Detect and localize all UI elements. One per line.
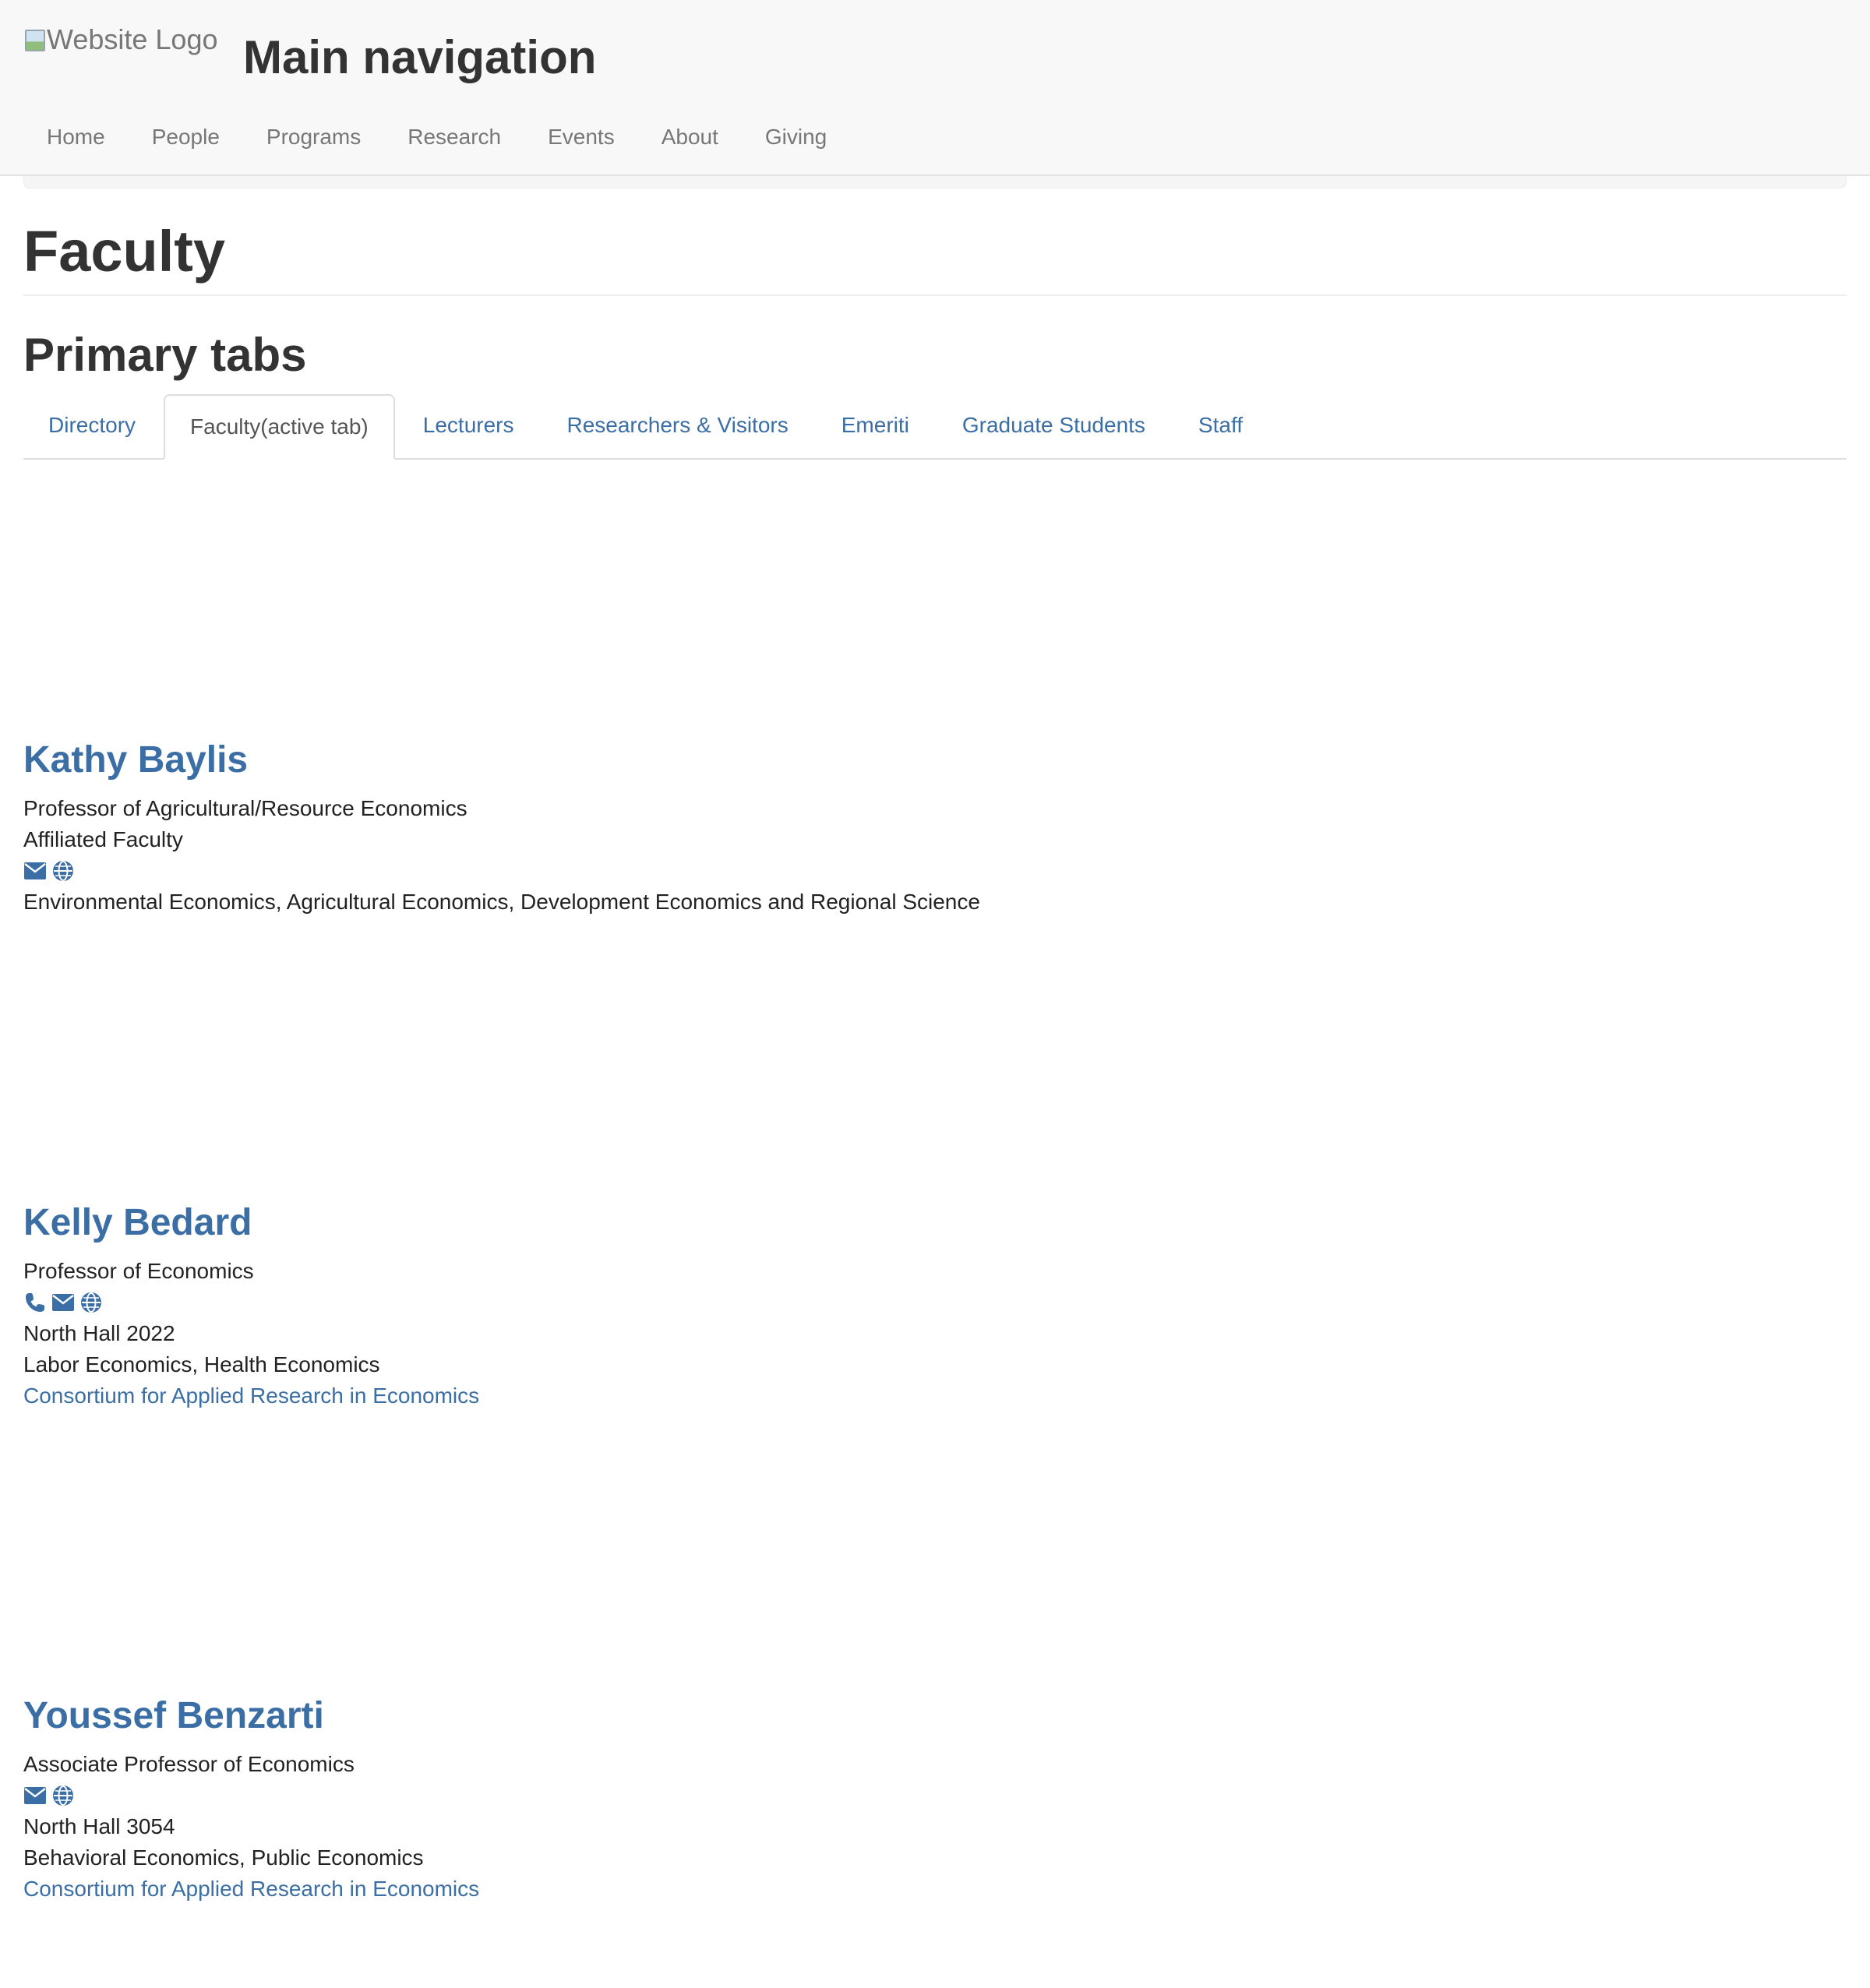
globe-icon[interactable] (51, 859, 75, 883)
tab-researchers-visitors[interactable]: Researchers & Visitors (542, 394, 813, 458)
research-fields: Behavioral Economics, Public Economics (23, 1845, 424, 1870)
tab-emeriti[interactable]: Emeriti (817, 394, 934, 458)
title-divider (23, 294, 1847, 296)
nav-item-research[interactable]: Research (384, 117, 524, 157)
person-title-secondary: Affiliated Faculty (23, 827, 183, 851)
envelope-icon[interactable] (51, 1291, 75, 1314)
phone-icon[interactable] (23, 1291, 47, 1314)
tab-staff[interactable]: Staff (1173, 394, 1268, 458)
page-title: Faculty (23, 219, 226, 284)
nav-item-giving[interactable]: Giving (742, 117, 850, 157)
office-location: North Hall 3054 (23, 1814, 175, 1838)
primary-tabs: Directory Faculty(active tab) Lecturers … (23, 394, 1847, 460)
person-name-link[interactable]: Youssef Benzarti (23, 1693, 479, 1740)
site-logo[interactable]: Website Logo (23, 22, 217, 58)
primary-tabs-heading: Primary tabs (23, 329, 307, 381)
tab-faculty[interactable]: Faculty(active tab) (164, 394, 395, 460)
nav-item-people[interactable]: People (129, 117, 243, 157)
person-card: Youssef Benzarti Associate Professor of … (23, 1693, 479, 1905)
breadcrumb-well (23, 176, 1847, 189)
main-navigation-heading: Main navigation (243, 31, 597, 83)
envelope-icon[interactable] (23, 859, 47, 883)
affiliation-link[interactable]: Consortium for Applied Research in Econo… (23, 1380, 479, 1412)
globe-icon[interactable] (79, 1291, 103, 1314)
globe-icon[interactable] (51, 1784, 75, 1807)
research-fields: Labor Economics, Health Economics (23, 1352, 380, 1376)
nav-item-events[interactable]: Events (524, 117, 638, 157)
contact-icons (23, 1780, 479, 1811)
person-name-link[interactable]: Kathy Baylis (23, 737, 980, 784)
affiliation-link[interactable]: Consortium for Applied Research in Econo… (23, 1873, 479, 1905)
contact-icons (23, 855, 980, 886)
person-card: Kathy Baylis Professor of Agricultural/R… (23, 737, 980, 918)
person-title: Professor of Agricultural/Resource Econo… (23, 796, 468, 820)
tab-directory[interactable]: Directory (23, 394, 161, 458)
person-card: Kelly Bedard Professor of Economics Nort… (23, 1200, 479, 1412)
envelope-icon[interactable] (23, 1784, 47, 1807)
nav-item-about[interactable]: About (638, 117, 742, 157)
nav-item-home[interactable]: Home (23, 117, 129, 157)
site-header: Website Logo Main navigation Home People… (0, 0, 1870, 176)
main-nav: Home People Programs Research Events Abo… (23, 117, 850, 157)
tab-graduate-students[interactable]: Graduate Students (937, 394, 1170, 458)
logo-alt-text: Website Logo (47, 23, 218, 55)
tab-lecturers[interactable]: Lecturers (398, 394, 539, 458)
broken-image-icon (23, 27, 47, 52)
nav-item-programs[interactable]: Programs (243, 117, 384, 157)
contact-icons (23, 1287, 479, 1318)
person-name-link[interactable]: Kelly Bedard (23, 1200, 479, 1246)
person-title: Professor of Economics (23, 1259, 254, 1283)
office-location: North Hall 2022 (23, 1321, 175, 1345)
person-title: Associate Professor of Economics (23, 1752, 355, 1776)
research-fields: Environmental Economics, Agricultural Ec… (23, 890, 980, 914)
